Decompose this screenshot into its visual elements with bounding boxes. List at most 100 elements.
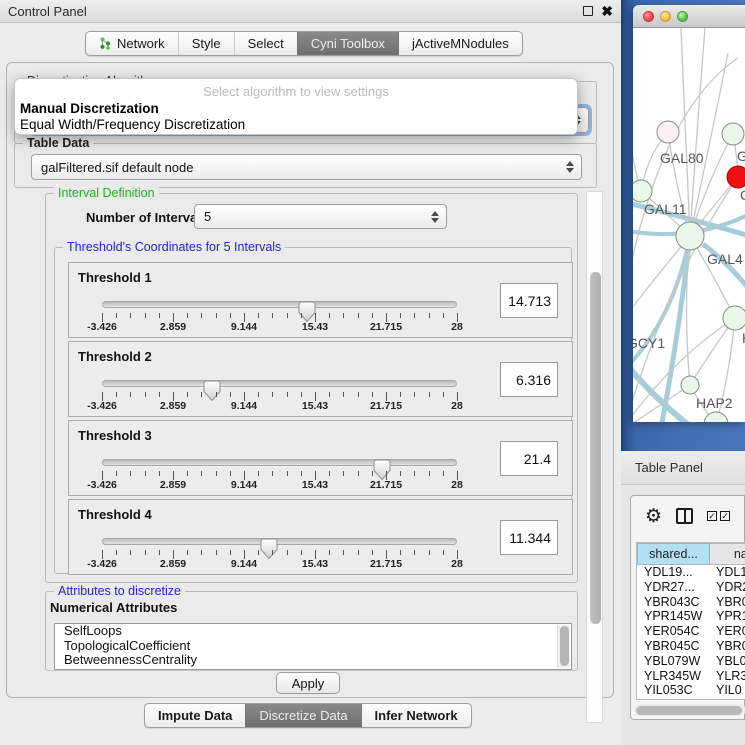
table-row[interactable]: YLR345WYLR3: [637, 669, 745, 684]
network-view-window[interactable]: GAL80GACGAL11GAL4GCY1HHAP2: [633, 5, 745, 422]
tab-cyni-toolbox[interactable]: Cyni Toolbox: [297, 32, 398, 55]
tab-infer-network[interactable]: Infer Network: [361, 704, 471, 727]
cell-shared-name[interactable]: YDL19...: [637, 565, 710, 580]
attribute-list-item[interactable]: TopologicalCoefficient: [55, 639, 571, 654]
table-data-value: galFiltered.sif default node: [41, 160, 193, 175]
attribute-list-item[interactable]: BetweennessCentrality: [55, 653, 571, 668]
tab-style[interactable]: Style: [178, 32, 234, 55]
threshold-slider-track[interactable]: [102, 301, 457, 308]
threshold-value-field[interactable]: 6.316: [500, 362, 558, 397]
table-row[interactable]: YDL19...YDL1: [637, 565, 745, 580]
table-row[interactable]: YER054CYER0: [637, 624, 745, 639]
network-node[interactable]: [657, 121, 679, 143]
cell-shared-name[interactable]: YPR145W: [637, 609, 710, 624]
slider-tick: [287, 471, 288, 476]
split-view-icon[interactable]: [676, 508, 693, 524]
column-header-name[interactable]: name: [710, 543, 745, 565]
cell-shared-name[interactable]: YIL053C: [637, 683, 710, 698]
select-columns-icon[interactable]: ✓✓: [707, 511, 730, 521]
minimize-window-icon[interactable]: [660, 11, 671, 22]
cell-name[interactable]: YBR0: [710, 639, 745, 654]
cell-name[interactable]: YDR2: [710, 580, 745, 595]
table-row[interactable]: YBL079WYBL0: [637, 654, 745, 669]
cell-shared-name[interactable]: YLR345W: [637, 669, 710, 684]
network-node[interactable]: [633, 180, 652, 202]
network-node[interactable]: [727, 166, 745, 188]
dropdown-option-manual[interactable]: Manual Discretization: [20, 101, 159, 116]
table-row[interactable]: YBR043CYBR0: [637, 595, 745, 610]
network-node[interactable]: [723, 306, 745, 330]
float-panel-icon[interactable]: [583, 6, 593, 16]
cyni-settings-pane: Discretization Algorithm Table Data galF…: [6, 62, 614, 698]
cell-shared-name[interactable]: YER054C: [637, 624, 710, 639]
slider-tick: [287, 313, 288, 318]
slider-tick: [130, 550, 131, 555]
table-row[interactable]: YDR27...YDR2: [637, 580, 745, 595]
network-canvas[interactable]: GAL80GACGAL11GAL4GCY1HHAP2: [633, 28, 745, 422]
slider-tick: [329, 313, 330, 318]
cell-name[interactable]: YBR0: [710, 595, 745, 610]
slider-tick: [216, 471, 217, 476]
threshold-value-field[interactable]: 21.4: [500, 441, 558, 476]
tab-impute-data[interactable]: Impute Data: [145, 704, 245, 727]
slider-tick: [301, 392, 302, 397]
slider-tick-label: 21.715: [370, 558, 402, 570]
table-row[interactable]: YPR145WYPR1: [637, 609, 745, 624]
threshold-value-field[interactable]: 14.713: [500, 283, 558, 318]
tab-jactivemnodules[interactable]: jActiveMNodules: [398, 32, 522, 55]
tab-select[interactable]: Select: [234, 32, 297, 55]
network-edge[interactable]: [690, 28, 705, 236]
column-header-shared-name[interactable]: shared...: [637, 543, 710, 565]
threshold-slider-track[interactable]: [102, 380, 457, 387]
threshold-value-field[interactable]: 11.344: [500, 520, 558, 555]
slider-tick: [443, 392, 444, 397]
dropdown-option-equal-width[interactable]: Equal Width/Frequency Discretization: [20, 117, 245, 132]
node-table[interactable]: shared... name YDL19...YDL1YDR27...YDR2Y…: [636, 542, 745, 700]
threshold-slider-track[interactable]: [102, 459, 457, 466]
table-header-row: shared... name: [637, 543, 745, 565]
close-window-icon[interactable]: [643, 11, 654, 22]
slider-tick: [130, 392, 131, 397]
numerical-attributes-label: Numerical Attributes: [50, 600, 177, 615]
network-node-label: HAP2: [696, 395, 733, 411]
cell-name[interactable]: YDL1: [710, 565, 745, 580]
cell-shared-name[interactable]: YBR045C: [637, 639, 710, 654]
cell-name[interactable]: YIL0: [710, 683, 745, 698]
cell-shared-name[interactable]: YBR043C: [637, 595, 710, 610]
network-node[interactable]: [722, 123, 744, 145]
close-panel-icon[interactable]: ✖: [601, 6, 613, 16]
slider-tick: [443, 471, 444, 476]
number-of-intervals-label: Number of Intervals: [86, 210, 208, 225]
settings-scrollbar[interactable]: [586, 191, 603, 723]
table-hscrollbar-thumb[interactable]: [636, 706, 742, 715]
zoom-window-icon[interactable]: [677, 11, 688, 22]
table-hscrollbar[interactable]: [634, 704, 745, 716]
attribute-list-item[interactable]: SelfLoops: [55, 624, 571, 639]
threshold-label: Threshold 3: [78, 428, 152, 443]
slider-tick: [301, 550, 302, 555]
tab-discretize-data[interactable]: Discretize Data: [245, 704, 360, 727]
apply-button[interactable]: Apply: [276, 672, 340, 694]
slider-tick: [329, 550, 330, 555]
cell-name[interactable]: YPR1: [710, 609, 745, 624]
network-node[interactable]: [676, 222, 704, 250]
network-node[interactable]: [681, 376, 699, 394]
tab-network[interactable]: Network: [86, 32, 178, 55]
table-data-combobox[interactable]: galFiltered.sif default node: [31, 154, 582, 180]
number-of-intervals-combobox[interactable]: 5: [194, 204, 447, 229]
cell-name[interactable]: YER0: [710, 624, 745, 639]
dropdown-placeholder-option[interactable]: Select algorithm to view settings: [15, 84, 577, 99]
cell-shared-name[interactable]: YBL079W: [637, 654, 710, 669]
attributes-scrollbar[interactable]: [557, 625, 570, 668]
slider-tick: [116, 313, 117, 318]
slider-tick: [230, 313, 231, 318]
cell-shared-name[interactable]: YDR27...: [637, 580, 710, 595]
threshold-slider-track[interactable]: [102, 538, 457, 545]
table-row[interactable]: YIL053CYIL0: [637, 683, 745, 698]
cell-name[interactable]: YBL0: [710, 654, 745, 669]
cell-name[interactable]: YLR3: [710, 669, 745, 684]
table-row[interactable]: YBR045CYBR0: [637, 639, 745, 654]
settings-scrollbar-thumb[interactable]: [590, 272, 601, 624]
gear-icon[interactable]: ⚙: [645, 507, 662, 526]
numerical-attributes-list[interactable]: SelfLoopsTopologicalCoefficientBetweenne…: [54, 623, 572, 670]
